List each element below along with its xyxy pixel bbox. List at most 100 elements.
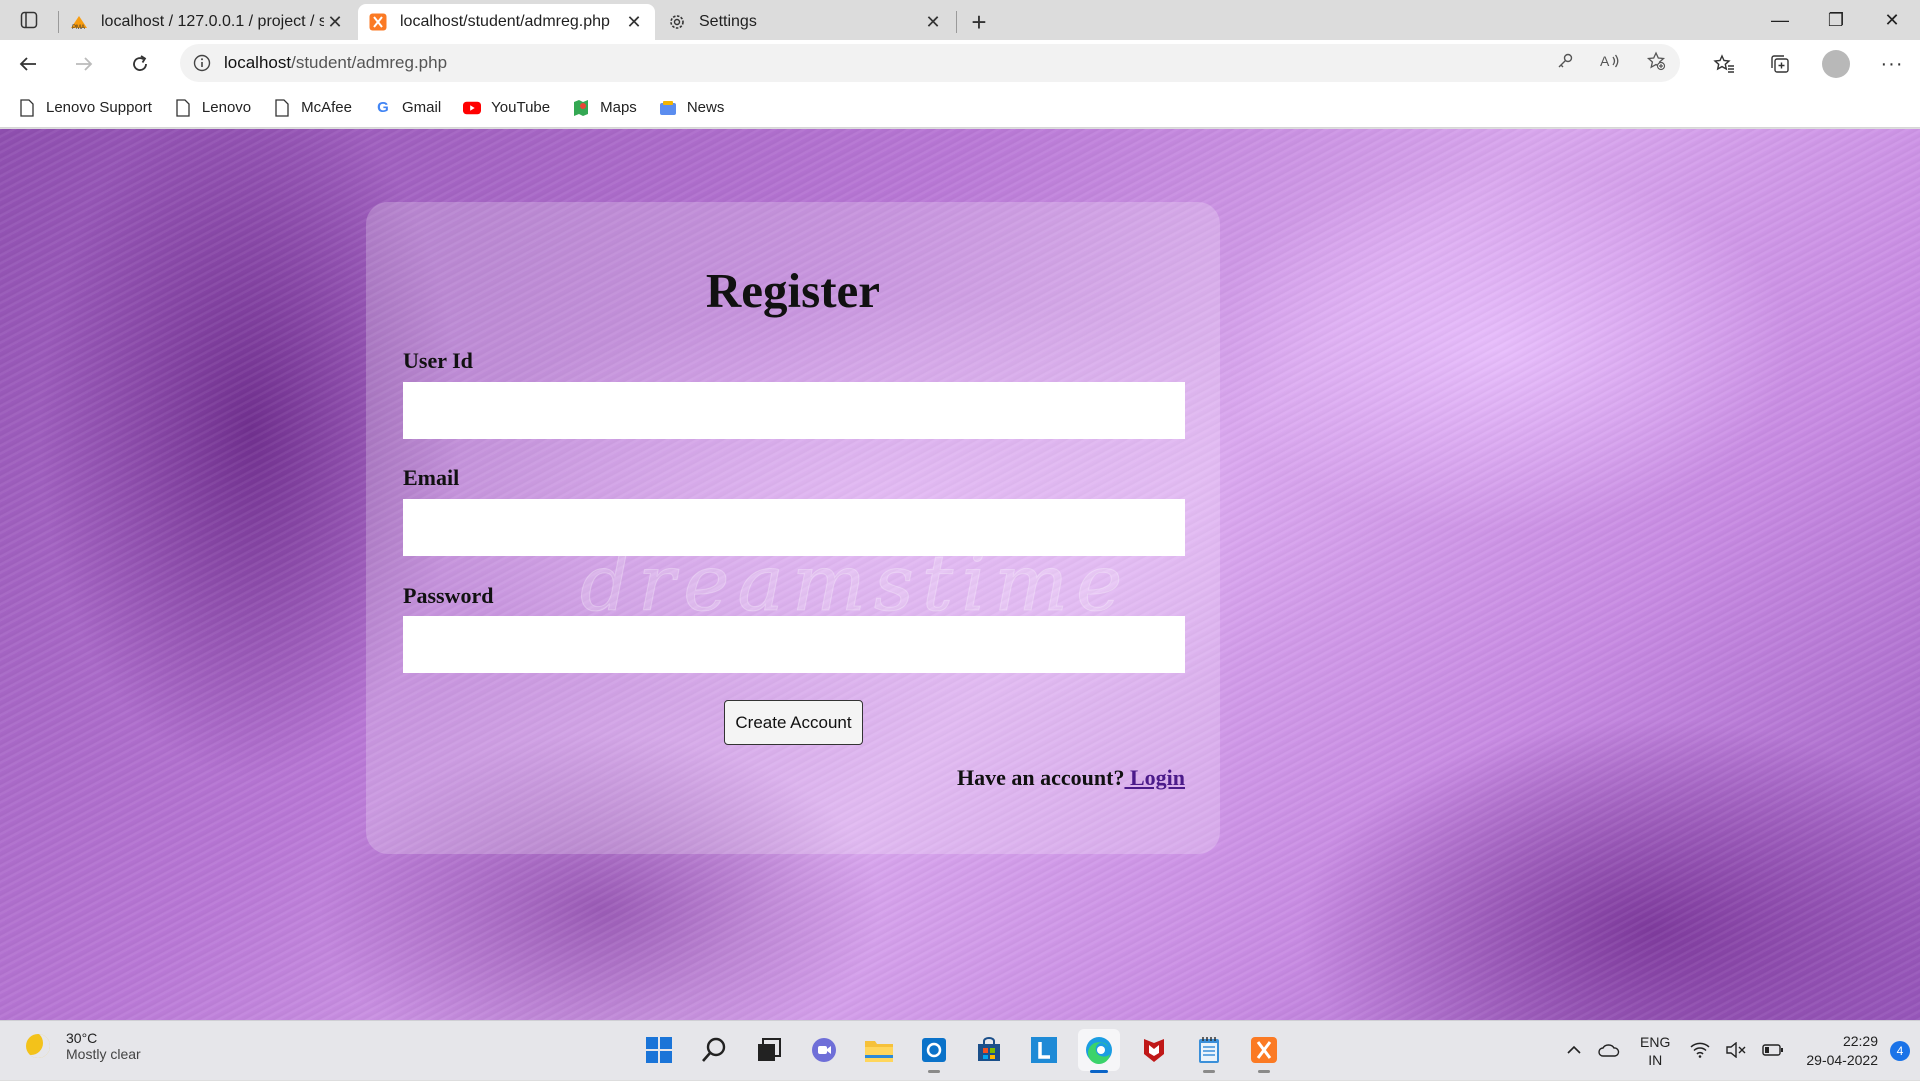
onedrive-icon[interactable] bbox=[1598, 1043, 1620, 1060]
read-aloud-icon[interactable]: A bbox=[1600, 52, 1620, 75]
address-bar-actions: A bbox=[1556, 44, 1666, 82]
userid-label: User Id bbox=[403, 348, 473, 373]
file-explorer-button[interactable] bbox=[858, 1029, 900, 1071]
new-tab-button[interactable]: + bbox=[957, 4, 1001, 40]
add-favorite-icon[interactable] bbox=[1646, 50, 1666, 76]
store-button[interactable] bbox=[968, 1029, 1010, 1071]
collections-button[interactable] bbox=[1752, 40, 1808, 88]
favorite-news[interactable]: News bbox=[659, 99, 725, 117]
password-label: Password bbox=[403, 583, 494, 608]
store-icon bbox=[978, 1037, 1000, 1061]
url-text[interactable]: localhost/student/admreg.php bbox=[224, 53, 447, 73]
xampp-button[interactable] bbox=[1243, 1029, 1285, 1073]
register-form: Register User Id Email Password Create A… bbox=[366, 202, 1220, 854]
xampp-icon bbox=[1251, 1037, 1277, 1063]
refresh-icon bbox=[133, 55, 147, 71]
login-prompt-text: Have an account? bbox=[957, 765, 1125, 790]
profile-button[interactable] bbox=[1808, 40, 1864, 88]
input-language-indicator[interactable]: ENG IN bbox=[1640, 1033, 1670, 1069]
clock[interactable]: 22:29 29-04-2022 bbox=[1806, 1032, 1878, 1070]
system-tray: ENG IN 22:29 29-04-2022 4 bbox=[1558, 1021, 1920, 1081]
minimize-button[interactable]: — bbox=[1752, 0, 1808, 40]
notepad-button[interactable] bbox=[1188, 1029, 1230, 1073]
favorite-lenovo-support[interactable]: Lenovo Support bbox=[18, 98, 152, 117]
outlook-icon bbox=[922, 1038, 946, 1062]
plus-icon: + bbox=[971, 6, 987, 37]
mcafee-icon bbox=[1144, 1039, 1164, 1062]
mcafee-button[interactable] bbox=[1133, 1029, 1175, 1071]
create-account-button[interactable]: Create Account bbox=[724, 700, 863, 745]
notification-badge[interactable]: 4 bbox=[1890, 1041, 1910, 1061]
clock-date: 29-04-2022 bbox=[1806, 1052, 1878, 1068]
edge-icon bbox=[1086, 1037, 1112, 1065]
favorite-gmail[interactable]: G Gmail bbox=[374, 99, 441, 117]
arrow-right-icon bbox=[76, 57, 93, 71]
tab-actions-button[interactable] bbox=[0, 0, 58, 40]
refresh-button[interactable] bbox=[112, 40, 168, 88]
svg-text:PMA: PMA bbox=[72, 25, 85, 30]
password-input[interactable] bbox=[403, 616, 1185, 673]
favorite-maps[interactable]: Maps bbox=[572, 99, 637, 117]
window-controls: — ❐ ✕ bbox=[1752, 0, 1920, 40]
favorite-label: News bbox=[686, 99, 725, 116]
tab-phpmyadmin[interactable]: PMA localhost / 127.0.0.1 / project / st… bbox=[59, 4, 356, 40]
favorite-youtube[interactable]: YouTube bbox=[463, 99, 550, 117]
svg-text:A: A bbox=[1600, 53, 1610, 69]
key-icon[interactable] bbox=[1556, 52, 1574, 75]
close-tab-icon[interactable]: ✕ bbox=[324, 12, 346, 33]
tab-settings[interactable]: Settings ✕ bbox=[657, 4, 954, 40]
favorite-label: Maps bbox=[600, 99, 637, 116]
taskbar: 30°C Mostly clear ENG IN 22:29 29-04-202… bbox=[0, 1020, 1920, 1080]
favorite-label: Gmail bbox=[402, 99, 442, 116]
forward-button[interactable] bbox=[56, 40, 112, 88]
teams-chat-icon bbox=[812, 1038, 836, 1062]
edge-button[interactable] bbox=[1078, 1029, 1120, 1073]
weather-temp: 30°C bbox=[66, 1030, 98, 1046]
running-indicator bbox=[1203, 1070, 1215, 1073]
weather-widget[interactable]: 30°C Mostly clear bbox=[26, 1030, 141, 1062]
favorite-mcafee[interactable]: McAfee bbox=[273, 98, 352, 117]
moon-icon bbox=[26, 1034, 50, 1058]
url-host: localhost bbox=[224, 53, 292, 72]
language-region: IN bbox=[1648, 1052, 1663, 1068]
page-icon bbox=[273, 98, 291, 117]
favorites-icon bbox=[1713, 54, 1734, 73]
tab-admreg[interactable]: localhost/student/admreg.php ✕ bbox=[358, 4, 655, 40]
teams-chat-button[interactable] bbox=[803, 1029, 845, 1071]
userid-input[interactable] bbox=[403, 382, 1185, 439]
tab-title: localhost / 127.0.0.1 / project / st bbox=[101, 13, 324, 30]
favorite-lenovo[interactable]: Lenovo bbox=[174, 98, 251, 117]
close-tab-icon[interactable]: ✕ bbox=[922, 12, 944, 33]
login-link[interactable]: Login bbox=[1124, 765, 1185, 790]
language-code: ENG bbox=[1640, 1034, 1671, 1050]
l-app-button[interactable] bbox=[1023, 1029, 1065, 1071]
battery-icon[interactable] bbox=[1762, 1043, 1784, 1059]
restore-button[interactable]: ❐ bbox=[1808, 0, 1864, 40]
settings-menu-button[interactable]: ··· bbox=[1864, 40, 1920, 88]
close-tab-icon[interactable]: ✕ bbox=[623, 12, 645, 33]
back-button[interactable] bbox=[0, 40, 56, 88]
close-window-button[interactable]: ✕ bbox=[1864, 0, 1920, 40]
search-button[interactable] bbox=[693, 1029, 735, 1071]
wifi-icon[interactable] bbox=[1690, 1042, 1710, 1061]
chevron-up-icon[interactable] bbox=[1566, 1043, 1582, 1059]
start-button[interactable] bbox=[638, 1029, 680, 1071]
avatar bbox=[1822, 50, 1850, 78]
outlook-button[interactable] bbox=[913, 1029, 955, 1073]
tab-title: Settings bbox=[699, 13, 757, 30]
notepad-icon bbox=[1199, 1037, 1219, 1063]
running-indicator bbox=[1258, 1070, 1270, 1073]
page-icon bbox=[174, 98, 192, 117]
browser-tab-strip: PMA localhost / 127.0.0.1 / project / st… bbox=[0, 0, 1920, 40]
task-view-button[interactable] bbox=[748, 1029, 790, 1071]
news-icon bbox=[659, 99, 677, 117]
running-indicator bbox=[928, 1070, 940, 1073]
address-bar[interactable]: localhost/student/admreg.php A bbox=[180, 44, 1680, 82]
phpmyadmin-icon: PMA bbox=[69, 12, 89, 32]
favorites-button[interactable] bbox=[1696, 40, 1752, 88]
volume-muted-icon[interactable] bbox=[1726, 1041, 1746, 1061]
email-label: Email bbox=[403, 465, 460, 490]
email-input[interactable] bbox=[403, 499, 1185, 556]
page-background: dreamstime Register User Id Email Passwo… bbox=[0, 129, 1920, 1020]
site-info-icon[interactable] bbox=[180, 54, 224, 72]
